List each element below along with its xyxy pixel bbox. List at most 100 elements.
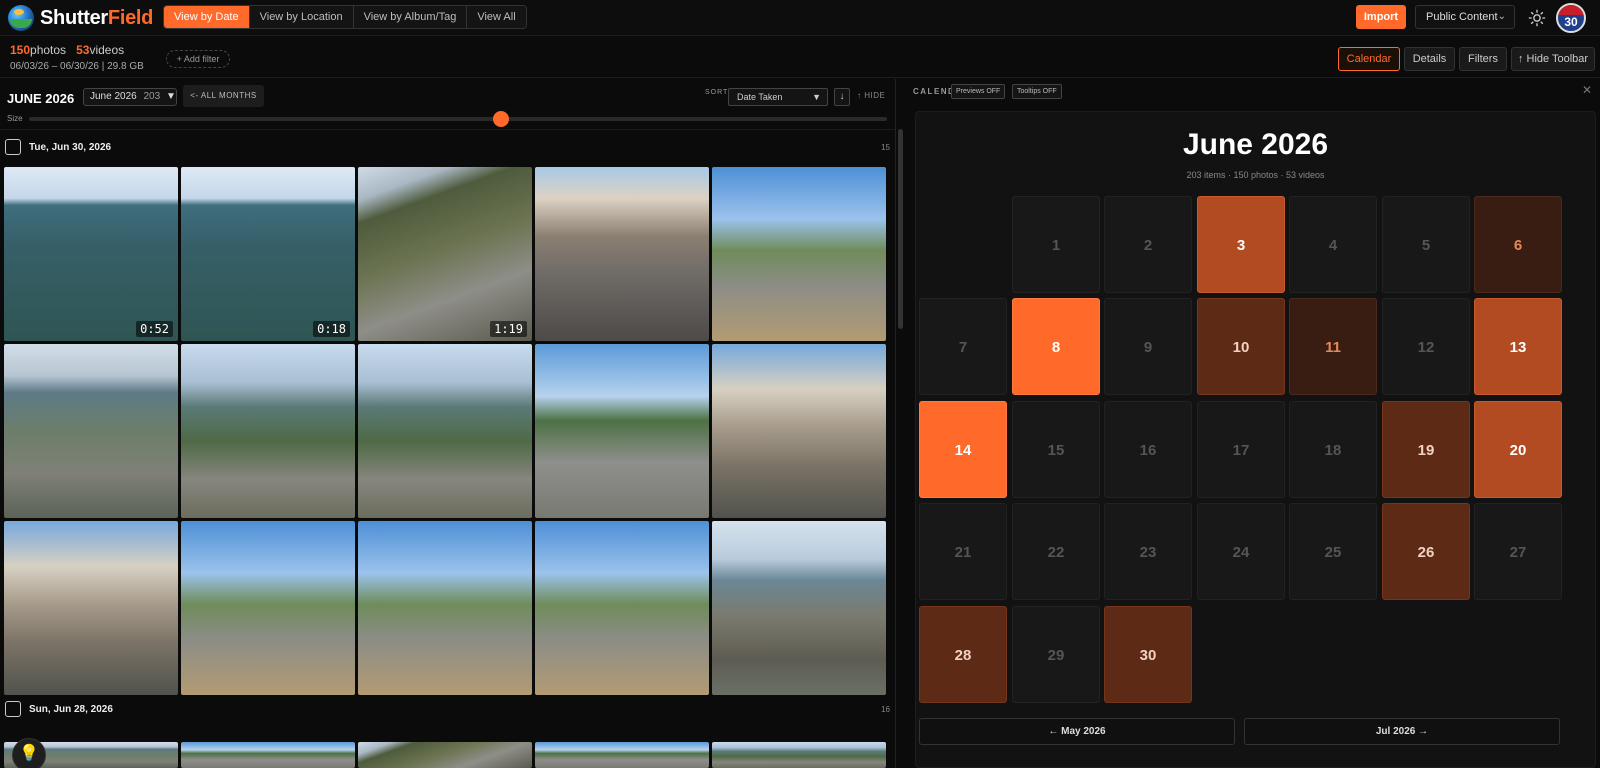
photo-thumbnail[interactable] — [358, 344, 532, 518]
calendar-day-7[interactable]: 7 — [919, 298, 1007, 395]
calendar-subtitle: 203 items · 150 photos · 53 videos — [1186, 170, 1325, 180]
calendar-day-14[interactable]: 14 — [919, 401, 1007, 498]
calendar-day-12[interactable]: 12 — [1382, 298, 1470, 395]
calendar-day-29[interactable]: 29 — [1012, 606, 1100, 703]
calendar-day-27[interactable]: 27 — [1474, 503, 1562, 600]
calendar-day-6[interactable]: 6 — [1474, 196, 1562, 293]
date-group-header: Sun, Jun 28, 2026 16 — [5, 701, 890, 719]
calendar-title: June 2026 — [1182, 128, 1329, 161]
calendar-day-24[interactable]: 24 — [1197, 503, 1285, 600]
app-logo[interactable]: ShutterField — [8, 5, 153, 31]
tab-view-all[interactable]: View All — [467, 6, 526, 28]
photo-thumbnail[interactable] — [181, 742, 355, 768]
photo-thumbnail[interactable]: 0:18 — [181, 167, 355, 341]
calendar-day-16[interactable]: 16 — [1104, 401, 1192, 498]
photo-thumbnail[interactable] — [535, 521, 709, 695]
photo-grid-panel: JUNE 2026 June 2026 203 ▼ <- ALL MONTHS … — [0, 79, 896, 768]
date-group-label: Tue, Jun 30, 2026 — [29, 142, 112, 153]
close-icon[interactable]: ✕ — [1582, 83, 1592, 97]
all-months-button[interactable]: <- ALL MONTHS — [183, 85, 264, 107]
date-group-count: 15 — [881, 143, 890, 152]
next-month-button[interactable]: Jul 2026 → — [1244, 718, 1560, 745]
lightbulb-icon[interactable]: 💡 — [12, 738, 46, 768]
photo-thumbnail[interactable] — [535, 742, 709, 768]
size-slider[interactable] — [29, 111, 887, 127]
calendar-card: June 2026 203 items · 150 photos · 53 vi… — [915, 111, 1596, 768]
tab-view-by-location[interactable]: View by Location — [249, 6, 354, 28]
caret-down-icon: ▼ — [812, 92, 821, 102]
details-button[interactable]: Details — [1404, 47, 1455, 71]
photo-thumbnail[interactable] — [358, 521, 532, 695]
sort-label: SORT — [705, 89, 729, 96]
sort-direction-arrow-icon[interactable]: ↓ — [834, 88, 850, 106]
photo-thumbnail[interactable] — [358, 742, 532, 768]
calendar-day-9[interactable]: 9 — [1104, 298, 1192, 395]
calendar-day-20[interactable]: 20 — [1474, 401, 1562, 498]
calendar-day-22[interactable]: 22 — [1012, 503, 1100, 600]
calendar-day-18[interactable]: 18 — [1289, 401, 1377, 498]
import-button[interactable]: Import — [1356, 5, 1406, 29]
photo-thumbnail[interactable]: 1:19 — [358, 167, 532, 341]
photo-thumbnail[interactable] — [181, 521, 355, 695]
photo-thumbnail[interactable] — [535, 167, 709, 341]
stats-bar: 150photos 53videos 06/03/26 – 06/30/26 |… — [0, 37, 1600, 78]
photo-thumbnail[interactable] — [712, 742, 886, 768]
top-bar: ShutterField View by Date View by Locati… — [0, 0, 1600, 36]
calendar-day-13[interactable]: 13 — [1474, 298, 1562, 395]
calendar-day-3[interactable]: 3 — [1197, 196, 1285, 293]
date-group-header: Tue, Jun 30, 2026 15 — [5, 139, 890, 157]
calendar-day-17[interactable]: 17 — [1197, 401, 1285, 498]
calendar-day-28[interactable]: 28 — [919, 606, 1007, 703]
view-tabs: View by Date View by Location View by Al… — [163, 5, 527, 29]
previews-toggle[interactable]: Previews OFF — [951, 84, 1006, 99]
photo-thumbnail[interactable] — [181, 344, 355, 518]
add-filter-button[interactable]: + Add filter — [166, 50, 230, 68]
video-duration: 0:52 — [136, 321, 173, 337]
photo-thumbnail[interactable]: 0:52 — [4, 167, 178, 341]
tab-view-by-album[interactable]: View by Album/Tag — [353, 6, 468, 28]
filters-button[interactable]: Filters — [1459, 47, 1507, 71]
calendar-day-11[interactable]: 11 — [1289, 298, 1377, 395]
calendar-day-8[interactable]: 8 — [1012, 298, 1100, 395]
divider — [0, 129, 895, 130]
calendar-day-21[interactable]: 21 — [919, 503, 1007, 600]
prev-month-button[interactable]: ← May 2026 — [919, 718, 1235, 745]
calendar-day-30[interactable]: 30 — [1104, 606, 1192, 703]
calendar-day-2[interactable]: 2 — [1104, 196, 1192, 293]
calendar-day-23[interactable]: 23 — [1104, 503, 1192, 600]
month-select[interactable]: June 2026 203 ▼ — [83, 88, 177, 106]
sort-select[interactable]: Date Taken ▼ — [728, 88, 828, 106]
size-slider-thumb[interactable] — [492, 111, 509, 127]
calendar-day-15[interactable]: 15 — [1012, 401, 1100, 498]
video-duration: 1:19 — [490, 321, 527, 337]
calendar-day-19[interactable]: 19 — [1382, 401, 1470, 498]
user-avatar[interactable]: 30 — [1556, 3, 1586, 33]
avatar-badge-number: 30 — [1564, 15, 1578, 29]
date-range-size: 06/03/26 – 06/30/26 | 29.8 GB — [10, 61, 144, 72]
avatar-shield-top — [1558, 5, 1584, 15]
photo-thumbnail[interactable] — [712, 344, 886, 518]
calendar-day-25[interactable]: 25 — [1289, 503, 1377, 600]
photo-thumbnail[interactable] — [4, 521, 178, 695]
photo-thumbnail[interactable] — [712, 521, 886, 695]
theme-toggle-sun-icon[interactable] — [1528, 9, 1546, 27]
calendar-day-26[interactable]: 26 — [1382, 503, 1470, 600]
select-day-checkbox[interactable] — [5, 701, 21, 717]
hide-toolbar-button[interactable]: ↑ Hide Toolbar — [1511, 47, 1595, 71]
content-visibility-select[interactable]: Public Content ⌄ — [1415, 5, 1515, 29]
photo-thumbnail[interactable] — [535, 344, 709, 518]
photo-thumbnail[interactable] — [712, 167, 886, 341]
thumbnail-grid: 0:52 0:18 1:19 — [4, 167, 892, 695]
calendar-day-10[interactable]: 10 — [1197, 298, 1285, 395]
calendar-button[interactable]: Calendar — [1338, 47, 1400, 71]
calendar-day-5[interactable]: 5 — [1382, 196, 1470, 293]
select-day-checkbox[interactable] — [5, 139, 21, 155]
tooltips-toggle[interactable]: Tooltips OFF — [1012, 84, 1062, 99]
tab-view-by-date[interactable]: View by Date — [164, 6, 250, 28]
calendar-day-4[interactable]: 4 — [1289, 196, 1377, 293]
photo-thumbnail[interactable] — [4, 344, 178, 518]
calendar-day-1[interactable]: 1 — [1012, 196, 1100, 293]
date-group-count: 16 — [881, 705, 890, 714]
hide-header-button[interactable]: ↑ HIDE — [857, 91, 885, 100]
logo-text: ShutterField — [40, 6, 154, 29]
